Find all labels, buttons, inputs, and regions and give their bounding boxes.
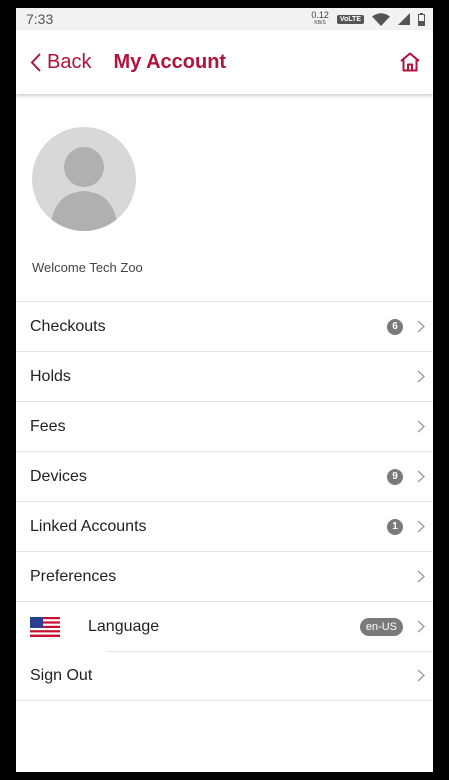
count-badge: 1: [387, 518, 403, 535]
back-button[interactable]: Back: [30, 51, 91, 74]
account-menu: Checkouts 6 Holds Fees Devices 9 Linked …: [16, 301, 433, 701]
status-time: 7:33: [26, 11, 54, 27]
menu-item-label: Fees: [30, 417, 66, 435]
profile-section: Welcome Tech Zoo: [16, 94, 433, 301]
count-badge: 6: [387, 318, 403, 335]
wifi-icon: [372, 12, 390, 26]
page-title: My Account: [113, 50, 227, 73]
menu-item-checkouts[interactable]: Checkouts 6: [16, 302, 433, 352]
menu-item-language[interactable]: Language en-US: [16, 602, 433, 652]
welcome-text: Welcome Tech Zoo: [32, 260, 143, 275]
chevron-right-icon: [417, 620, 425, 633]
menu-item-label: Sign Out: [30, 666, 93, 684]
back-label: Back: [47, 50, 92, 73]
home-icon: [400, 52, 420, 72]
app-screen: 7:33 0.12 KB/S VoLTE Back My Account Wel…: [16, 8, 433, 772]
volte-icon: VoLTE: [336, 14, 364, 24]
menu-item-label: Devices: [30, 467, 87, 485]
status-bar: 7:33 0.12 KB/S VoLTE: [16, 8, 433, 30]
menu-item-devices[interactable]: Devices 9: [16, 452, 433, 502]
menu-item-preferences[interactable]: Preferences: [16, 552, 433, 602]
chevron-right-icon: [417, 520, 425, 533]
avatar: [32, 127, 136, 231]
us-flag-icon: [30, 616, 60, 637]
menu-item-label: Checkouts: [30, 317, 106, 335]
user-silhouette-icon: [50, 147, 118, 231]
menu-item-label: Linked Accounts: [30, 517, 147, 535]
menu-item-label: Language: [88, 617, 160, 635]
menu-item-fees[interactable]: Fees: [16, 402, 433, 452]
menu-item-label: Preferences: [30, 567, 117, 585]
home-button[interactable]: [399, 52, 421, 72]
chevron-right-icon: [417, 370, 425, 383]
menu-item-label: Holds: [30, 367, 71, 385]
app-header: Back My Account: [16, 30, 433, 94]
menu-item-holds[interactable]: Holds: [16, 352, 433, 402]
status-icons: 0.12 KB/S VoLTE: [311, 11, 425, 27]
chevron-right-icon: [417, 669, 425, 682]
count-badge: 9: [387, 468, 403, 485]
menu-item-linked-accounts[interactable]: Linked Accounts 1: [16, 502, 433, 552]
chevron-right-icon: [417, 470, 425, 483]
network-speed: 0.12 KB/S: [311, 10, 329, 27]
chevron-right-icon: [417, 570, 425, 583]
battery-icon: [418, 12, 425, 26]
chevron-right-icon: [417, 420, 425, 433]
menu-item-sign-out[interactable]: Sign Out: [16, 651, 433, 701]
chevron-left-icon: [30, 52, 41, 72]
signal-icon: [398, 13, 410, 25]
chevron-right-icon: [417, 320, 425, 333]
language-badge: en-US: [359, 617, 403, 636]
